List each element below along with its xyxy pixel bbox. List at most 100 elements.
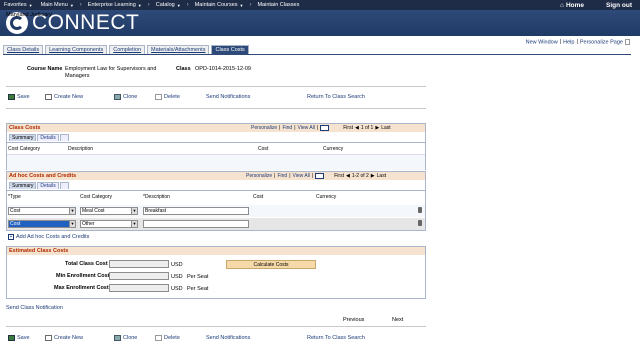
save-button-bottom[interactable]: Save [8, 335, 30, 341]
caret-down-icon: ▼ [239, 2, 244, 8]
clone-button[interactable]: Clone [114, 94, 137, 100]
calculate-costs-button[interactable]: Calculate Costs [226, 260, 316, 269]
nav-enterprise-learning[interactable]: Enterprise Learning ▼ [84, 2, 146, 8]
cost-category-select[interactable]: Meal Cost ▼ [80, 207, 138, 215]
nav-maintain-classes-label: Maintain Classes [257, 2, 300, 8]
nav-maintain-courses[interactable]: Maintain Courses ▼ [191, 2, 248, 8]
trash-icon[interactable] [418, 220, 422, 226]
chevron-right-icon: › [147, 2, 150, 8]
send-notifications-button[interactable]: Send Notifications [206, 94, 250, 100]
home-icon: ⌂ [560, 1, 564, 9]
clone-icon [114, 94, 121, 100]
trash-icon[interactable] [418, 207, 422, 213]
find-link[interactable]: Find [282, 125, 292, 131]
cost-category-select[interactable]: Other ▼ [80, 220, 138, 228]
save-label: Save [17, 94, 30, 100]
find-link[interactable]: Find [277, 173, 287, 179]
next-icon[interactable]: ▶ [375, 125, 379, 131]
send-class-notification-link[interactable]: Send Class Notification [6, 305, 63, 311]
prev-icon[interactable]: ◀ [346, 173, 350, 179]
return-to-class-search-button-bottom[interactable]: Return To Class Search [307, 335, 365, 341]
type-value: Cost [10, 221, 21, 227]
nav-catalog[interactable]: Catalog ▼ [152, 2, 185, 8]
new-document-icon [45, 335, 52, 341]
delete-label: Delete [164, 335, 180, 341]
clone-label: Clone [123, 335, 138, 341]
delete-button[interactable]: Delete [155, 94, 180, 100]
first-link[interactable]: First [334, 173, 344, 179]
description-input[interactable] [143, 220, 249, 228]
last-link[interactable]: Last [377, 173, 386, 179]
view-all-link[interactable]: View All [293, 173, 310, 179]
grid-download-icon[interactable] [315, 173, 325, 179]
sign-out-link[interactable]: Sign out [602, 2, 636, 9]
nav-maintain-classes[interactable]: Maintain Classes [253, 2, 303, 8]
description-input[interactable]: Breakfast [143, 207, 249, 215]
top-nav-bar: Favorites ▼ Main Menu ▼ › Enterprise Learn… [0, 0, 640, 10]
new-document-icon [45, 94, 52, 100]
tab-class-costs[interactable]: Class Costs [211, 45, 249, 54]
prev-icon[interactable]: ◀ [355, 125, 359, 131]
create-new-button-bottom[interactable]: Create New [45, 335, 83, 341]
nav-main-menu[interactable]: Main Menu ▼ [37, 2, 78, 8]
tab-class-details[interactable]: Class Details [3, 45, 44, 54]
create-new-button[interactable]: Create New [45, 94, 83, 100]
nav-main-menu-label: Main Menu [40, 2, 68, 8]
personalize-link[interactable]: Personalize [246, 173, 272, 179]
home-link[interactable]: ⌂ Home [556, 2, 588, 9]
col-cost: Cost [258, 146, 269, 152]
delete-button-bottom[interactable]: Delete [155, 335, 180, 341]
class-label: Class [176, 66, 191, 72]
grid-tab-summary[interactable]: Summary [9, 182, 37, 189]
top-nav-right: ⌂ Home Sign out [556, 0, 636, 10]
course-name-value-2: Managers [65, 73, 90, 79]
grid-divider [7, 190, 425, 191]
grid-tab-expand-icon[interactable] [59, 182, 69, 189]
send-notifications-button-bottom[interactable]: Send Notifications [206, 335, 250, 341]
tab-learning-components[interactable]: Learning Components [45, 45, 108, 54]
save-button[interactable]: Save [8, 94, 30, 100]
col-description: Description [68, 146, 94, 152]
type-select[interactable]: Cost ▼ [8, 207, 76, 215]
previous-link[interactable]: Previous [343, 317, 364, 323]
grid-tab-details[interactable]: Details [37, 182, 59, 189]
help-link[interactable]: Help [563, 39, 574, 45]
return-to-class-search-button[interactable]: Return To Class Search [307, 94, 365, 100]
first-link[interactable]: First [343, 125, 353, 131]
grid-tab-summary[interactable]: Summary [9, 134, 37, 141]
type-select[interactable]: Cost ▼ [8, 220, 76, 228]
clone-button-bottom[interactable]: Clone [114, 335, 137, 341]
nav-favorites[interactable]: Favorites ▼ [0, 2, 37, 8]
chevron-right-icon: › [186, 2, 189, 8]
currency-label: USD [171, 274, 183, 280]
save-icon [8, 94, 15, 100]
currency-label: USD [171, 286, 183, 292]
return-label: Return To Class Search [307, 335, 365, 341]
add-adhoc-costs-link[interactable]: + Add Ad hoc Costs and Credits [8, 234, 89, 240]
max-enrollment-cost-field [109, 284, 169, 292]
personalize-link[interactable]: Personalize [251, 125, 277, 131]
empty-row [7, 154, 425, 170]
next-icon[interactable]: ▶ [371, 173, 375, 179]
page-icon[interactable] [625, 39, 630, 45]
last-link[interactable]: Last [381, 125, 390, 131]
chevron-down-icon: ▼ [131, 221, 137, 227]
page-links: New Window | Help | Personalize Page [526, 39, 630, 45]
send-notifications-label: Send Notifications [206, 94, 251, 100]
new-window-link[interactable]: New Window [526, 39, 558, 45]
next-link[interactable]: Next [392, 317, 403, 323]
create-new-label: Create New [54, 94, 84, 100]
grid-tab-details[interactable]: Details [37, 134, 59, 141]
tab-completion[interactable]: Completion [109, 45, 146, 54]
separator: | [274, 173, 276, 179]
adhoc-grid-tabs: Summary Details [9, 182, 70, 189]
view-all-link[interactable]: View All [298, 125, 315, 131]
personalize-page-link[interactable]: Personalize Page [580, 39, 623, 45]
grid-download-icon[interactable] [320, 125, 330, 131]
col-cost-category: Cost Category [8, 146, 40, 152]
grid-tab-expand-icon[interactable] [59, 134, 69, 141]
save-icon [8, 335, 15, 341]
separator: | [311, 173, 314, 179]
tab-materials-attachments[interactable]: Materials/Attachments [147, 45, 210, 54]
separator: | [559, 39, 562, 46]
